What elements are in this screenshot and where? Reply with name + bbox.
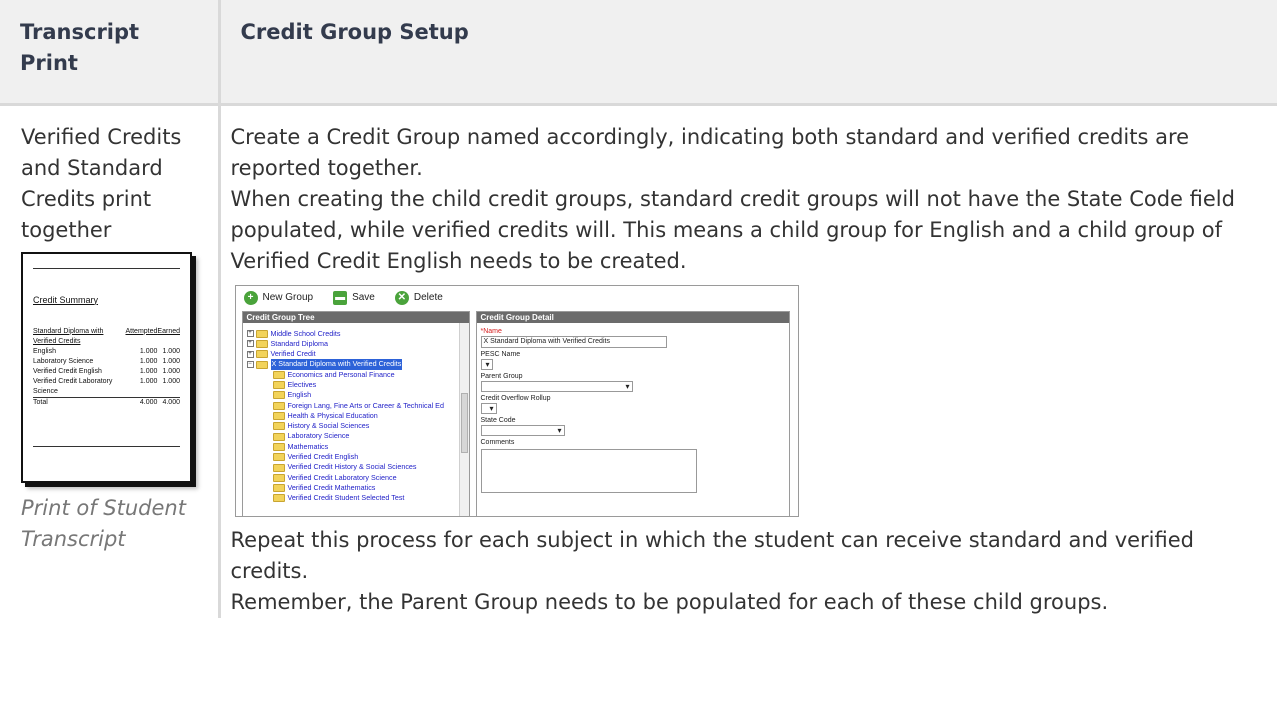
tree-list: + Middle School Credits + Standard Diploma… [243, 323, 469, 504]
header-row: Transcript Print Credit Group Setup [0, 0, 1277, 104]
col-header: Earned [157, 327, 180, 335]
transcript-thumbnail: Credit Summary Standard Diploma with Ver… [21, 251, 192, 483]
setup-cell: Create a Credit Group named accordingly,… [219, 104, 1277, 618]
plus-icon: + [243, 290, 258, 305]
folder-icon [272, 453, 285, 462]
state-code-label: State Code [480, 416, 516, 424]
credit-group-tree: Credit Group Tree + Middle School Credits… [241, 310, 470, 517]
credit-overflow-label: Credit Overflow Rollup [480, 394, 551, 402]
tree-item[interactable]: History & Social Sciences [247, 421, 469, 431]
delete-icon: ✕ [394, 290, 409, 305]
pesc-name-label: PESC Name [480, 350, 521, 358]
folder-icon [272, 422, 285, 431]
summary-row: English 1.000 1.000 [33, 347, 180, 355]
paragraph: Create a Credit Group named accordingly,… [230, 124, 1190, 180]
paragraph: Remember, the Parent Group needs to be p… [230, 589, 1109, 614]
name-field[interactable]: X Standard Diploma with Verified Credits [480, 335, 667, 348]
tree-item[interactable]: Laboratory Science [247, 431, 469, 441]
folder-icon [272, 381, 285, 390]
expand-icon: + [246, 330, 254, 338]
tree-title: Credit Group Tree [242, 311, 469, 323]
print-label: Verified Credits and Standard Credits pr… [21, 124, 182, 242]
divider [33, 267, 180, 269]
name-label: *Name [480, 327, 502, 335]
tree-scrollbar[interactable] [458, 322, 469, 516]
header-credit-group-setup: Credit Group Setup [219, 0, 1277, 104]
new-group-button[interactable]: + New Group [243, 290, 313, 305]
folder-icon [272, 370, 285, 379]
collapse-icon: − [246, 361, 254, 369]
image-caption: Print of Student Transcript [21, 495, 186, 551]
tree-item[interactable]: + Middle School Credits [246, 329, 469, 339]
tree-item[interactable]: Economics and Personal Finance [247, 370, 469, 380]
tree-item[interactable]: Mathematics [247, 442, 469, 452]
tree-item[interactable]: Verified Credit English [247, 452, 469, 462]
expand-icon: + [246, 350, 254, 358]
divider [33, 445, 180, 447]
tree-item[interactable]: English [247, 390, 469, 400]
folder-icon [272, 391, 285, 400]
folder-icon [255, 360, 268, 369]
folder-icon [272, 494, 285, 503]
credit-group-screenshot: + New Group ▬ Save ✕ Delete Credit Group… [234, 284, 799, 517]
toolbar: + New Group ▬ Save ✕ Delete [236, 286, 798, 310]
save-button[interactable]: ▬ Save [333, 290, 375, 305]
tree-item[interactable]: Health & Physical Education [247, 411, 469, 421]
folder-icon [272, 432, 285, 441]
folder-icon [255, 329, 268, 338]
summary-row: Laboratory Science 1.000 1.000 [33, 357, 180, 365]
tree-item[interactable]: Verified Credit Mathematics [247, 483, 469, 493]
col-header: Attempted [125, 327, 158, 335]
save-icon: ▬ [333, 290, 348, 305]
comments-textarea[interactable] [480, 448, 697, 493]
summary-row: Verified Credit English 1.000 1.000 [33, 367, 180, 375]
folder-icon [272, 412, 285, 421]
credit-group-detail: Credit Group Detail *Name X Standard Dip… [475, 310, 790, 517]
comments-label: Comments [480, 438, 515, 446]
col-header: Standard Diploma with Verified Credits [33, 327, 104, 345]
tree-item[interactable]: + Verified Credit [246, 349, 469, 359]
credit-overflow-select[interactable] [480, 402, 497, 414]
summary-row: Verified Credit Laboratory Science 1.000 1… [33, 377, 180, 395]
table-row: Verified Credits and Standard Credits pr… [0, 104, 1277, 618]
parent-group-label: Parent Group [480, 372, 523, 380]
paragraph: Repeat this process for each subject in … [230, 527, 1195, 583]
tree-item[interactable]: Verified Credit History & Social Science… [247, 462, 469, 472]
detail-title: Credit Group Detail [476, 311, 789, 323]
summary-total-row: Total 4.000 4.000 [33, 396, 180, 408]
expand-icon: + [246, 340, 254, 348]
credit-summary-title: Credit Summary [33, 294, 99, 305]
folder-icon [272, 442, 285, 451]
folder-icon [272, 463, 285, 472]
tree-item-selected[interactable]: − X Standard Diploma with Verified Credit… [246, 359, 469, 370]
header-transcript-print: Transcript Print [0, 0, 221, 104]
pesc-name-select[interactable] [480, 358, 493, 370]
print-cell: Verified Credits and Standard Credits pr… [0, 104, 221, 618]
tree-item[interactable]: Foreign Lang, Fine Arts or Career & Tech… [247, 401, 469, 411]
credit-summary-table: Standard Diploma with Verified Credits A… [33, 327, 180, 408]
paragraph: When creating the child credit groups, s… [230, 186, 1235, 273]
folder-icon [272, 401, 285, 410]
setup-table: Transcript Print Credit Group Setup Veri… [0, 0, 1277, 618]
folder-icon [272, 473, 285, 482]
tree-item[interactable]: Verified Credit Laboratory Science [247, 473, 469, 483]
folder-icon [255, 339, 268, 348]
tree-item[interactable]: + Standard Diploma [246, 339, 469, 349]
delete-button[interactable]: ✕ Delete [394, 290, 443, 305]
tree-item[interactable]: Verified Credit Student Selected Test [247, 493, 469, 503]
folder-icon [255, 350, 268, 359]
folder-icon [272, 484, 285, 493]
state-code-select[interactable] [480, 424, 565, 436]
parent-group-select[interactable] [480, 380, 633, 392]
tree-item[interactable]: Electives [247, 380, 469, 390]
